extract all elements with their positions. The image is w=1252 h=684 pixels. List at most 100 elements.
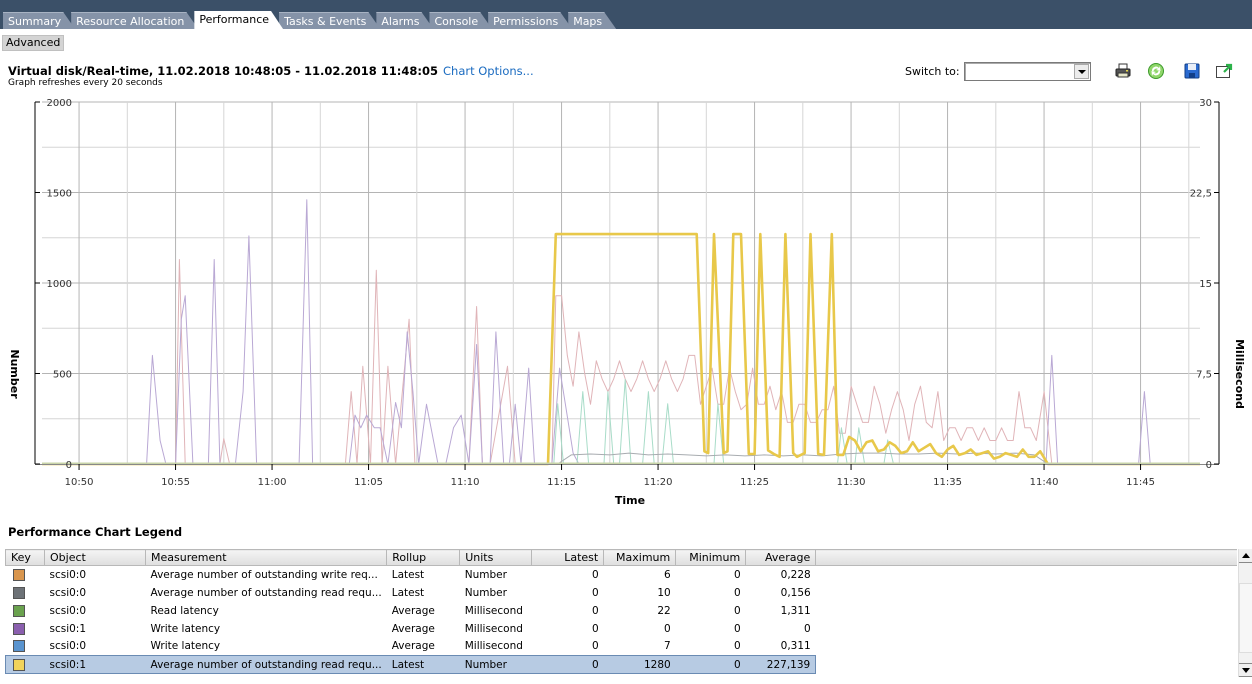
performance-chart: 0 500 1000 1500 2000 0 7,5 15 22,5 30 10:50 10:55 11… bbox=[8, 98, 1246, 507]
legend-latest-cell: 0 bbox=[592, 568, 599, 581]
legend-scrollbar[interactable] bbox=[1238, 549, 1252, 677]
legend-filler-cell bbox=[816, 602, 1237, 620]
scroll-down-icon[interactable] bbox=[1239, 663, 1252, 677]
legend-average-cell: 227,139 bbox=[745, 655, 817, 674]
legend-units-cell: Millisecond bbox=[464, 640, 523, 653]
legend-col-measurement[interactable]: Measurement bbox=[145, 549, 388, 566]
tab-resource-allocation[interactable]: Resource Allocation bbox=[71, 12, 198, 29]
tab-maps[interactable]: Maps bbox=[568, 12, 616, 29]
legend-key-cell bbox=[6, 584, 45, 602]
legend-units-cell: Number bbox=[464, 586, 507, 599]
switch-to-select[interactable] bbox=[964, 62, 1091, 81]
legend-col-key[interactable]: Key bbox=[5, 549, 45, 566]
chevron-down-icon[interactable] bbox=[1074, 64, 1089, 79]
refresh-icon[interactable] bbox=[1147, 62, 1165, 80]
legend-measurement-cell: Average number of outstanding read requ.… bbox=[145, 655, 387, 674]
legend-object-cell: scsi0:0 bbox=[49, 640, 87, 653]
legend-filler-cell bbox=[816, 584, 1237, 602]
legend-col-filler bbox=[815, 549, 1237, 566]
legend-latest-cell: 0 bbox=[531, 655, 604, 674]
legend-key-cell bbox=[6, 566, 45, 584]
legend-row[interactable]: scsi0:0 Average number of outstanding wri… bbox=[6, 566, 1238, 584]
series-line-2 bbox=[42, 199, 1200, 465]
legend-table: Key Object Measurement Rollup Units Latest Max… bbox=[5, 549, 1237, 674]
legend-key-cell bbox=[5, 655, 45, 674]
legend-latest-cell: 0 bbox=[592, 640, 599, 653]
x-tick-label: 11:35 bbox=[933, 477, 962, 488]
legend-average-cell: 0,156 bbox=[780, 586, 811, 599]
legend-measurement-cell: Write latency bbox=[150, 640, 221, 653]
series-line-1 bbox=[42, 259, 1200, 465]
print-icon[interactable] bbox=[1114, 62, 1132, 80]
legend-minimum-cell: 0 bbox=[734, 640, 741, 653]
tab-console[interactable]: Console bbox=[429, 12, 492, 29]
advanced-button[interactable]: Advanced bbox=[2, 35, 65, 51]
legend-col-units[interactable]: Units bbox=[459, 549, 533, 566]
legend-rollup-cell: Latest bbox=[386, 655, 460, 674]
legend-minimum-cell: 0 bbox=[675, 655, 746, 674]
tab-summary[interactable]: Summary bbox=[3, 12, 75, 29]
tab-alarms[interactable]: Alarms bbox=[376, 12, 433, 29]
legend-units-cell: Number bbox=[459, 655, 532, 674]
legend-latest-cell: 0 bbox=[592, 622, 599, 635]
y-axis-title: Number bbox=[8, 349, 21, 399]
color-swatch-icon bbox=[12, 622, 25, 635]
legend-rollup-cell: Latest bbox=[391, 586, 425, 599]
legend-filler-cell bbox=[816, 638, 1237, 656]
legend-col-rollup[interactable]: Rollup bbox=[386, 549, 461, 566]
tab-performance[interactable]: Performance bbox=[194, 11, 283, 29]
x-tick-label: 11:40 bbox=[1030, 477, 1059, 488]
legend-measurement-cell: Average number of outstanding read requ.… bbox=[150, 586, 382, 599]
popout-icon[interactable] bbox=[1215, 62, 1233, 80]
color-swatch-icon bbox=[12, 586, 25, 599]
legend-col-maximum[interactable]: Maximum bbox=[603, 549, 677, 566]
switch-to-label: Switch to: bbox=[905, 65, 960, 78]
legend-average-cell: 0,311 bbox=[780, 640, 811, 653]
x-tick-label: 11:30 bbox=[837, 477, 866, 488]
x-tick-label: 11:20 bbox=[644, 477, 673, 488]
legend-row[interactable]: scsi0:0 Write latency Average Millisecond 0 7… bbox=[6, 638, 1238, 656]
legend-row[interactable]: scsi0:1 Average number of outstanding rea… bbox=[5, 655, 1238, 674]
series-line-3 bbox=[42, 379, 1200, 465]
chart-series bbox=[42, 199, 1200, 466]
x-tick-label: 11:10 bbox=[451, 477, 480, 488]
legend-title: Performance Chart Legend bbox=[8, 525, 183, 539]
y-tick-label: 2000 bbox=[47, 98, 72, 109]
legend-rollup-cell: Latest bbox=[391, 568, 425, 581]
tab-permissions[interactable]: Permissions bbox=[488, 12, 572, 29]
legend-col-minimum[interactable]: Minimum bbox=[675, 549, 747, 566]
legend-measurement-cell: Read latency bbox=[150, 604, 219, 617]
legend-header-row: Key Object Measurement Rollup Units Latest Max… bbox=[5, 549, 1237, 566]
legend-object-cell: scsi0:1 bbox=[44, 655, 146, 674]
x-tick-label: 11:05 bbox=[354, 477, 383, 488]
chart-grid bbox=[42, 101, 1200, 465]
legend-col-latest[interactable]: Latest bbox=[531, 549, 605, 566]
tab-tasks-events[interactable]: Tasks & Events bbox=[279, 12, 380, 29]
legend-key-cell bbox=[6, 602, 45, 620]
chart-options-link[interactable]: Chart Options... bbox=[443, 64, 534, 78]
legend-latest-cell: 0 bbox=[592, 604, 599, 617]
legend-rollup-cell: Average bbox=[391, 640, 435, 653]
scroll-up-icon[interactable] bbox=[1239, 549, 1252, 563]
x-tick-label: 11:00 bbox=[258, 477, 287, 488]
legend-col-average[interactable]: Average bbox=[745, 549, 817, 566]
legend-row[interactable]: scsi0:0 Average number of outstanding rea… bbox=[6, 584, 1238, 602]
legend-row[interactable]: scsi0:1 Write latency Average Millisecond 0 0… bbox=[6, 620, 1238, 638]
legend-maximum-cell: 10 bbox=[657, 586, 671, 599]
legend-rollup-cell: Average bbox=[391, 622, 435, 635]
series-line-0 bbox=[42, 232, 1200, 466]
legend-rollup-cell: Average bbox=[391, 604, 435, 617]
color-swatch-icon bbox=[12, 640, 25, 653]
y2-tick-label: 15 bbox=[1199, 279, 1212, 290]
legend-row[interactable]: scsi0:0 Read latency Average Millisecond 0 22… bbox=[6, 602, 1238, 620]
legend-average-cell: 0 bbox=[804, 622, 811, 635]
legend-latest-cell: 0 bbox=[592, 586, 599, 599]
legend-col-object[interactable]: Object bbox=[44, 549, 146, 566]
x-tick-label: 10:55 bbox=[161, 477, 190, 488]
legend-maximum-cell: 7 bbox=[664, 640, 671, 653]
legend-minimum-cell: 0 bbox=[734, 568, 741, 581]
legend-minimum-cell: 0 bbox=[734, 622, 741, 635]
legend-object-cell: scsi0:0 bbox=[49, 586, 87, 599]
save-icon[interactable] bbox=[1183, 62, 1201, 80]
scroll-thumb[interactable] bbox=[1239, 583, 1252, 653]
